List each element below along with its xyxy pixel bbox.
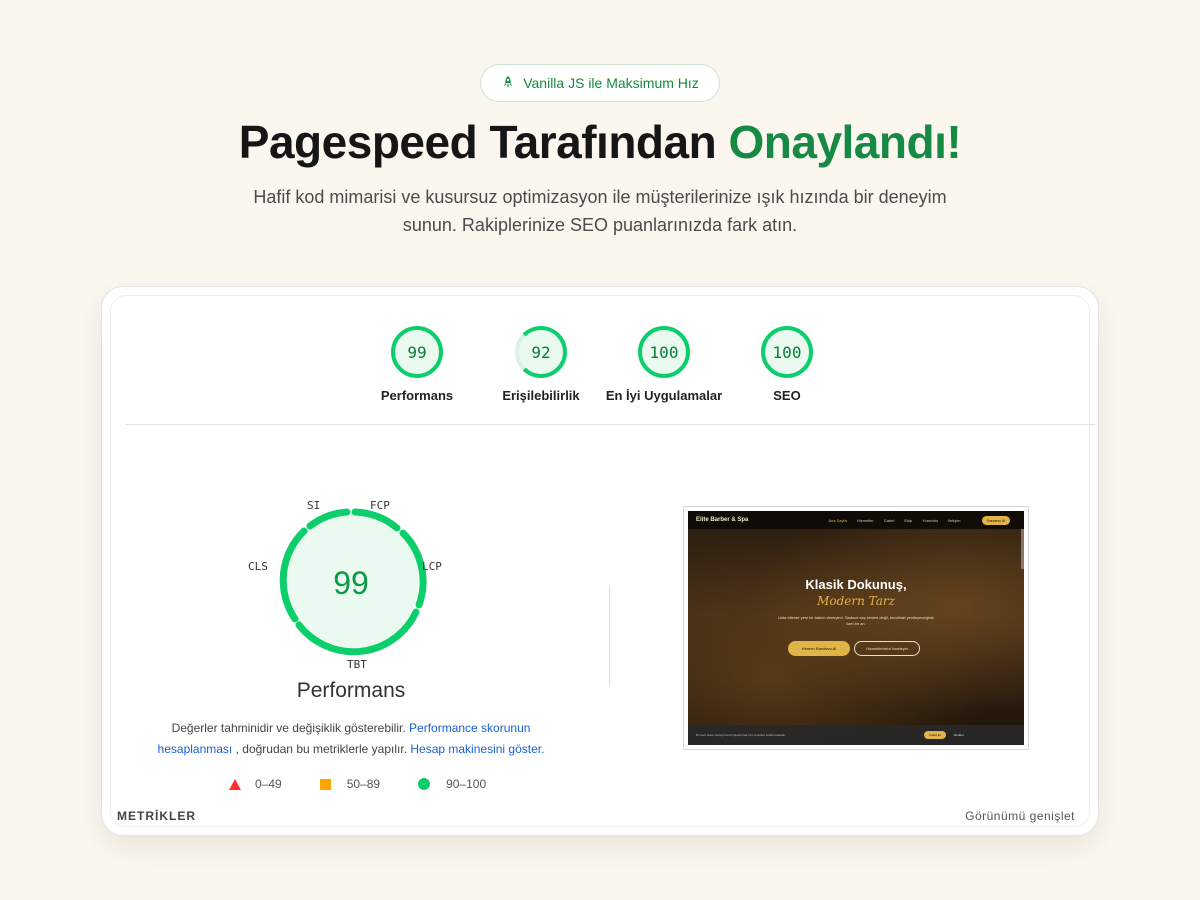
gauge-score: 99 bbox=[333, 565, 369, 601]
metric-tag-lcp: LCP bbox=[422, 560, 442, 573]
preview-cookie-deny: Reddet bbox=[954, 733, 964, 737]
preview-brand: Elite Barber & Spa bbox=[696, 517, 749, 523]
score-label: Erişilebilirlik bbox=[502, 388, 580, 403]
page-screenshot-preview[interactable]: Elite Barber & Spa Ana Sayfa Hizmetler G… bbox=[683, 506, 1029, 750]
metrics-heading: METRİKLER bbox=[117, 809, 196, 823]
score-gauge-accessibility[interactable]: 92 Erişilebilirlik bbox=[471, 326, 611, 403]
legend-label: 0–49 bbox=[255, 777, 282, 791]
note-text: , doğrudan bu metriklerle yapılır. bbox=[232, 742, 411, 756]
preview-scrollbar bbox=[1021, 529, 1024, 569]
preview-navbar: Elite Barber & Spa Ana Sayfa Hizmetler G… bbox=[688, 511, 1024, 529]
preview-nav-item: İletişim bbox=[948, 517, 961, 523]
legend-fail: 0–49 bbox=[229, 777, 282, 791]
score-ring: 99 bbox=[391, 326, 443, 378]
hero-title-accent: Onaylandı! bbox=[728, 116, 962, 168]
circle-icon bbox=[418, 778, 431, 790]
hero-subtitle: Hafif kod mimarisi ve kusursuz optimizas… bbox=[253, 187, 947, 235]
score-label: SEO bbox=[773, 388, 801, 403]
report-inner: 99 Performans 92 Erişilebilirlik 100 En … bbox=[110, 295, 1095, 827]
score-ring: 92 bbox=[515, 326, 567, 378]
metric-tag-fcp: FCP bbox=[370, 499, 390, 512]
triangle-icon bbox=[229, 778, 241, 790]
score-note: Değerler tahminidir ve değişiklik göster… bbox=[141, 718, 561, 760]
calculator-link[interactable]: Hesap makinesini göster. bbox=[410, 742, 544, 756]
vertical-divider bbox=[609, 586, 610, 686]
score-ring: 100 bbox=[761, 326, 813, 378]
score-ring: 100 bbox=[638, 326, 690, 378]
rocket-icon bbox=[501, 75, 515, 92]
legend-average: 50–89 bbox=[319, 777, 381, 791]
preview-heading-accent: Modern Tarz bbox=[817, 594, 895, 608]
legend-label: 50–89 bbox=[346, 777, 381, 791]
preview-nav-item: Hizmetler bbox=[856, 517, 874, 523]
performance-gauge: 99 bbox=[279, 508, 427, 656]
preview-primary-button: Hemen Randevu Al bbox=[788, 641, 850, 656]
performance-title: Performans bbox=[296, 679, 406, 702]
expand-view-toggle[interactable]: Görünümü genişlet bbox=[965, 809, 1075, 823]
pagespeed-report-card: 99 Performans 92 Erişilebilirlik 100 En … bbox=[101, 286, 1099, 836]
legend-label: 90–100 bbox=[446, 777, 487, 791]
square-icon bbox=[319, 778, 331, 790]
score-gauge-performance[interactable]: 99 Performans bbox=[347, 326, 487, 403]
screenshot-image: Elite Barber & Spa Ana Sayfa Hizmetler G… bbox=[688, 511, 1024, 745]
score-label: Performans bbox=[380, 388, 454, 403]
hero-title: Pagespeed Tarafından Onaylandı! bbox=[0, 115, 1200, 169]
preview-nav-item: Ana Sayfa bbox=[828, 517, 847, 523]
preview-nav-item: Ekip bbox=[904, 517, 913, 523]
preview-cookie-bar: Bu web sitesi, deneyiminizi iyileştirmek… bbox=[688, 725, 1024, 745]
preview-paragraph: Usta ellerde yeni bir bakım deneyimi. Sa… bbox=[778, 615, 934, 626]
metric-tag-si: SI bbox=[307, 499, 321, 512]
score-legend: 0–49 50–89 90–100 bbox=[229, 777, 524, 791]
note-text: Değerler tahminidir ve değişiklik göster… bbox=[171, 721, 410, 735]
badge-label: Vanilla JS ile Maksimum Hız bbox=[523, 75, 699, 91]
metric-tag-tbt: TBT bbox=[347, 658, 367, 671]
preview-heading: Klasik Dokunuş, bbox=[805, 577, 907, 592]
hero-title-main: Pagespeed Tarafından bbox=[238, 116, 729, 168]
score-label: En İyi Uygulamalar bbox=[605, 388, 723, 403]
metric-tag-cls: CLS bbox=[248, 560, 268, 573]
score-gauge-best-practices[interactable]: 100 En İyi Uygulamalar bbox=[594, 326, 734, 403]
preview-cookie-accept: Kabul Et bbox=[924, 731, 946, 739]
score-gauge-seo[interactable]: 100 SEO bbox=[717, 326, 857, 403]
hero-badge: Vanilla JS ile Maksimum Hız bbox=[480, 64, 720, 102]
preview-nav-cta: Randevu Al bbox=[982, 516, 1010, 525]
preview-nav-item: Yorumlar bbox=[922, 517, 939, 523]
section-divider bbox=[125, 424, 1095, 425]
preview-secondary-button: Hizmetlerimizi İnceleyin bbox=[854, 641, 920, 656]
preview-nav-item: Galeri bbox=[883, 517, 895, 523]
legend-pass: 90–100 bbox=[418, 777, 486, 791]
preview-cookie-text: Bu web sitesi, deneyiminizi iyileştirmek… bbox=[696, 733, 787, 737]
